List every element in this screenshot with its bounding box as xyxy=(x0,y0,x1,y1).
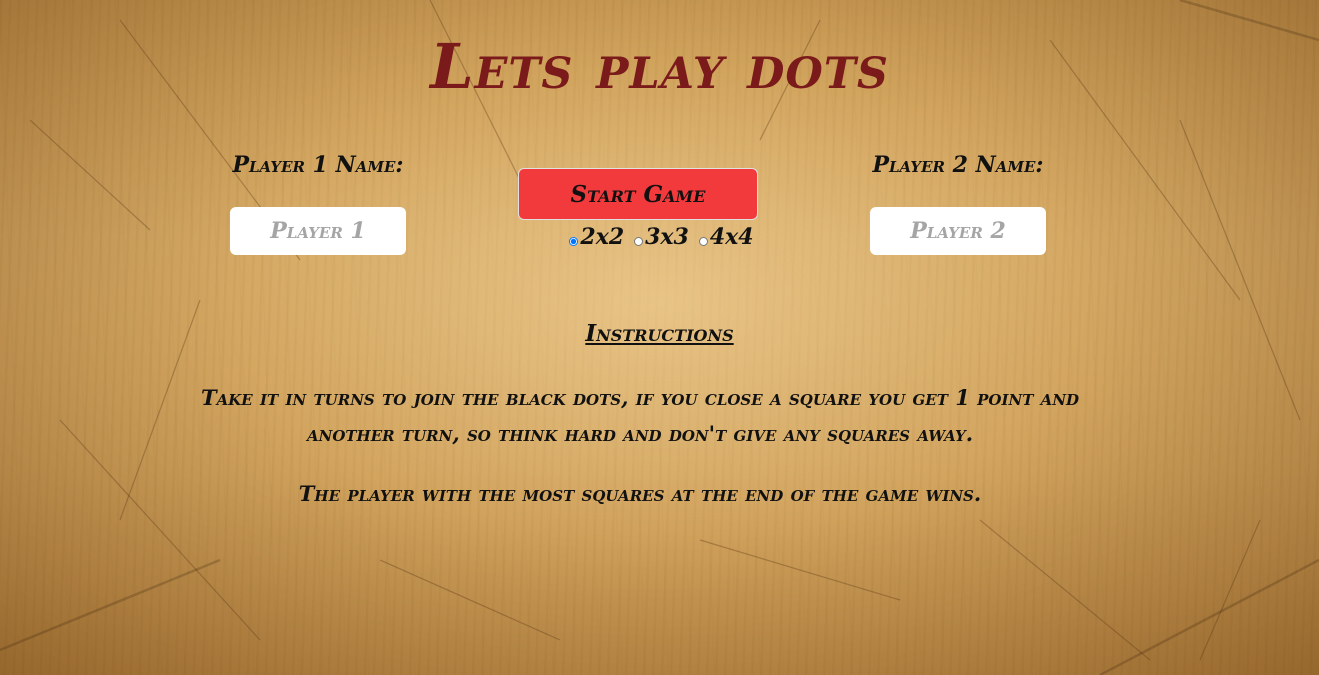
grid-size-option-3x3[interactable]: 3x3 xyxy=(634,224,689,250)
start-game-button[interactable]: Start Game xyxy=(518,168,758,220)
grid-size-option-4x4[interactable]: 4x4 xyxy=(698,224,754,250)
grid-size-radio-3x3[interactable] xyxy=(634,237,644,246)
instructions-heading: Instructions xyxy=(585,320,734,347)
page-title: Lets play dots xyxy=(430,30,889,103)
player2-name-input[interactable] xyxy=(870,207,1046,255)
grid-size-label-2x2: 2x2 xyxy=(580,224,625,250)
grid-size-options: 2x2 3x3 4x4 xyxy=(0,224,1319,250)
instructions-paragraph-1: Take it in turns to join the black dots,… xyxy=(200,385,1080,446)
grid-size-label-3x3: 3x3 xyxy=(645,224,689,250)
player2-label: Player 2 Name: xyxy=(872,152,1044,178)
grid-size-option-2x2[interactable]: 2x2 xyxy=(569,224,624,250)
grid-size-radio-4x4[interactable] xyxy=(698,237,708,246)
grid-size-radio-2x2[interactable] xyxy=(569,237,579,246)
instructions-paragraph-2: The player with the most squares at the … xyxy=(298,481,982,506)
grid-size-label-4x4: 4x4 xyxy=(709,224,754,250)
player1-label: Player 1 Name: xyxy=(232,152,404,178)
